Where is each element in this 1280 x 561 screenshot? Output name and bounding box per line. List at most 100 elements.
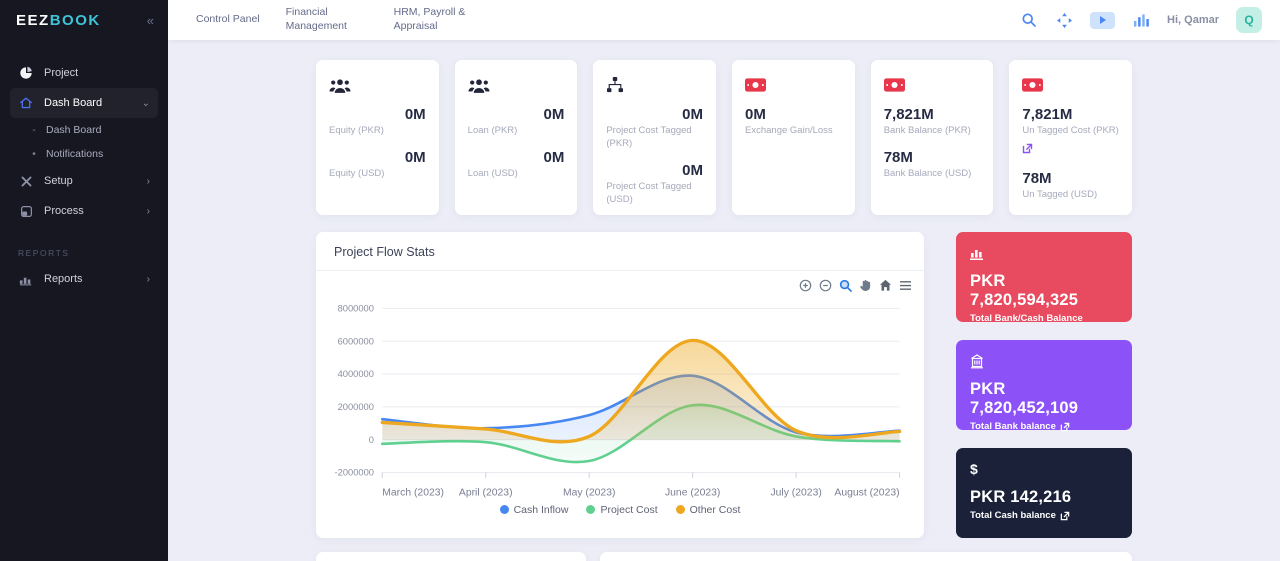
summary-value: PKR 7,820,594,325: [970, 272, 1118, 310]
metric-label: Un Tagged (USD): [1022, 189, 1119, 202]
metric: 0M Project Cost Tagged (PKR): [606, 106, 703, 151]
svg-text:July (2023): July (2023): [770, 487, 821, 498]
sidebar-subitem-notifications[interactable]: • Notifications: [10, 142, 158, 166]
metric: 78M Un Tagged (USD): [1022, 170, 1119, 202]
tab-control-panel[interactable]: Control Panel: [196, 13, 260, 27]
reports-chart-icon: [18, 271, 34, 287]
legend-dot: [676, 505, 685, 514]
sidebar-item-reports[interactable]: Reports ›: [10, 264, 158, 294]
sidebar-section-reports: REPORTS: [18, 248, 150, 258]
summary-value: PKR 142,216: [970, 488, 1118, 507]
svg-text:March (2023): March (2023): [382, 487, 444, 498]
menu-icon[interactable]: [899, 279, 912, 292]
topbar: Control Panel Financial Management HRM, …: [168, 0, 1280, 40]
metric: 0M Project Cost Tagged (USD): [606, 162, 703, 207]
metric-label: Project Cost Tagged (USD): [606, 181, 703, 207]
metric: 0M Loan (PKR): [468, 106, 565, 138]
stat-card-row: 0M Equity (PKR) 0M Equity (USD) 0M Loan …: [316, 60, 1132, 215]
legend-cash-inflow[interactable]: Cash Inflow: [500, 504, 569, 516]
stat-card-exchange: 0M Exchange Gain/Loss: [732, 60, 855, 215]
dash-bullet: -: [30, 125, 38, 136]
zoom-out-icon[interactable]: [819, 279, 832, 292]
search-icon[interactable]: [1020, 11, 1038, 29]
sidebar-item-label: Setup: [44, 175, 137, 187]
bottom-card: [600, 552, 1132, 561]
sidebar-item-label: Process: [44, 205, 137, 217]
svg-text:-2000000: -2000000: [335, 468, 374, 478]
chevron-right-icon: ›: [147, 176, 150, 187]
external-link-icon: [1060, 422, 1070, 432]
summary-label: Total Bank balance: [970, 421, 1118, 432]
external-link-icon[interactable]: [1022, 141, 1119, 159]
summary-column: PKR 7,820,594,325 Total Bank/Cash Balanc…: [956, 232, 1132, 538]
metric-label: Un Tagged Cost (PKR): [1022, 125, 1119, 138]
chevron-right-icon: ›: [147, 274, 150, 285]
metric-label: Equity (USD): [329, 168, 426, 181]
sidebar-item-project[interactable]: Project: [10, 58, 158, 88]
avatar[interactable]: Q: [1236, 7, 1262, 33]
legend-label: Project Cost: [600, 504, 657, 516]
sidebar-item-label: Reports: [44, 273, 137, 285]
sidebar-item-label: Dash Board: [44, 97, 132, 109]
metric-label: Bank Balance (USD): [884, 168, 981, 181]
pan-icon[interactable]: [859, 279, 872, 292]
svg-text:8000000: 8000000: [338, 304, 374, 314]
svg-text:August (2023): August (2023): [834, 487, 899, 498]
legend-other-cost[interactable]: Other Cost: [676, 504, 741, 516]
metric: 7,821M Un Tagged Cost (PKR): [1022, 106, 1119, 159]
reset-home-icon[interactable]: [879, 279, 892, 292]
bar-chart-icon: [970, 245, 1118, 261]
sidebar-item-setup[interactable]: Setup ›: [10, 166, 158, 196]
selection-zoom-icon[interactable]: [839, 279, 852, 292]
metric-label: Exchange Gain/Loss: [745, 125, 842, 138]
stat-card-equity: 0M Equity (PKR) 0M Equity (USD): [316, 60, 439, 215]
bank-building-icon: [970, 353, 1118, 369]
user-greeting: Hi, Qamar: [1167, 14, 1219, 26]
zoom-in-icon[interactable]: [799, 279, 812, 292]
metric: 7,821M Bank Balance (PKR): [884, 106, 981, 138]
stat-card-loan: 0M Loan (PKR) 0M Loan (USD): [455, 60, 578, 215]
app-logo: EEZBOOK: [16, 12, 101, 29]
sidebar-subitem-dashboard[interactable]: - Dash Board: [10, 118, 158, 142]
metric-value: 0M: [606, 162, 703, 179]
legend-dot: [500, 505, 509, 514]
metric: 0M Exchange Gain/Loss: [745, 106, 842, 138]
sidebar-subitem-label: Dash Board: [46, 124, 101, 136]
sidebar-item-process[interactable]: Process ›: [10, 196, 158, 226]
pie-chart-icon: [18, 65, 34, 81]
users-icon: [468, 75, 565, 95]
legend-dot: [586, 505, 595, 514]
metric-value: 0M: [329, 149, 426, 166]
money-icon: [1022, 75, 1119, 95]
metric-value: 0M: [606, 106, 703, 123]
svg-text:June (2023): June (2023): [665, 487, 720, 498]
project-flow-chart[interactable]: 80000006000000400000020000000-2000000Mar…: [322, 298, 910, 502]
metric-label: Bank Balance (PKR): [884, 125, 981, 138]
svg-text:4000000: 4000000: [338, 369, 374, 379]
svg-text:April (2023): April (2023): [459, 487, 513, 498]
summary-label: Total Cash balance: [970, 510, 1118, 521]
stat-card-project-cost-tagged: 0M Project Cost Tagged (PKR) 0M Project …: [593, 60, 716, 215]
total-bank-cash-balance-card[interactable]: PKR 7,820,594,325 Total Bank/Cash Balanc…: [956, 232, 1132, 322]
sitemap-icon: [606, 75, 703, 95]
home-icon: [18, 95, 34, 111]
chart-title: Project Flow Stats: [316, 232, 924, 271]
tab-financial-management[interactable]: Financial Management: [286, 6, 368, 33]
metric-label: Project Cost Tagged (PKR): [606, 125, 703, 151]
sidebar-subitem-label: Notifications: [46, 148, 103, 160]
svg-text:0: 0: [369, 435, 374, 445]
legend-project-cost[interactable]: Project Cost: [586, 504, 657, 516]
tab-hrm-payroll[interactable]: HRM, Payroll & Appraisal: [394, 6, 476, 33]
sidebar-item-dashboard[interactable]: Dash Board ⌄: [10, 88, 158, 118]
fullscreen-icon[interactable]: [1055, 11, 1073, 29]
dollar-icon: $: [970, 461, 1118, 477]
sidebar-collapse-icon[interactable]: «: [147, 13, 154, 28]
legend-label: Cash Inflow: [514, 504, 569, 516]
video-icon[interactable]: [1090, 12, 1115, 29]
total-cash-balance-card[interactable]: $ PKR 142,216 Total Cash balance: [956, 448, 1132, 538]
stats-bars-icon[interactable]: [1132, 11, 1150, 29]
money-icon: [884, 75, 981, 95]
bottom-card-row: [316, 552, 1132, 561]
total-bank-balance-card[interactable]: PKR 7,820,452,109 Total Bank balance: [956, 340, 1132, 430]
svg-text:May (2023): May (2023): [563, 487, 615, 498]
